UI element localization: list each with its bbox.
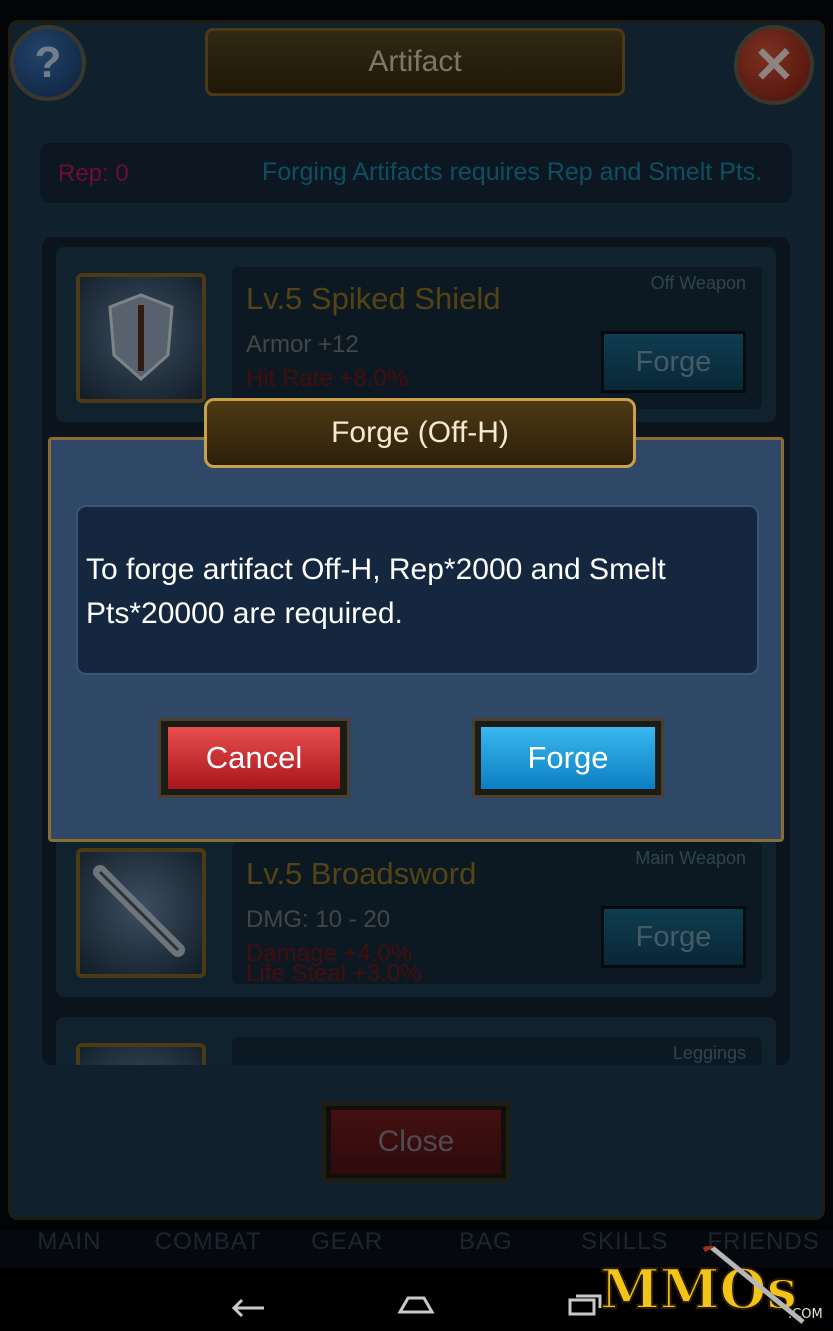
- cancel-button-frame: Cancel: [158, 718, 350, 798]
- tab-main[interactable]: MAIN: [0, 1228, 139, 1268]
- forge-confirm-button[interactable]: Forge: [481, 727, 655, 789]
- dialog-message: To forge artifact Off-H, Rep*2000 and Sm…: [86, 553, 666, 630]
- game-screen: ? Artifact ✕ Rep: 0 Forging Artifacts re…: [0, 0, 833, 1331]
- mmos-logo: MMOs .COM: [599, 1246, 823, 1324]
- back-icon[interactable]: [228, 1290, 268, 1318]
- forge-confirm-frame: Forge: [472, 718, 664, 798]
- home-icon[interactable]: [396, 1290, 436, 1318]
- tab-bag[interactable]: BAG: [416, 1228, 555, 1268]
- dialog-title-plate: Forge (Off-H): [204, 398, 636, 468]
- dialog-title: Forge (Off-H): [331, 416, 509, 449]
- cancel-button[interactable]: Cancel: [168, 727, 340, 789]
- tab-combat[interactable]: COMBAT: [139, 1228, 278, 1268]
- svg-text:MMOs: MMOs: [600, 1257, 797, 1321]
- tab-gear[interactable]: GEAR: [278, 1228, 417, 1268]
